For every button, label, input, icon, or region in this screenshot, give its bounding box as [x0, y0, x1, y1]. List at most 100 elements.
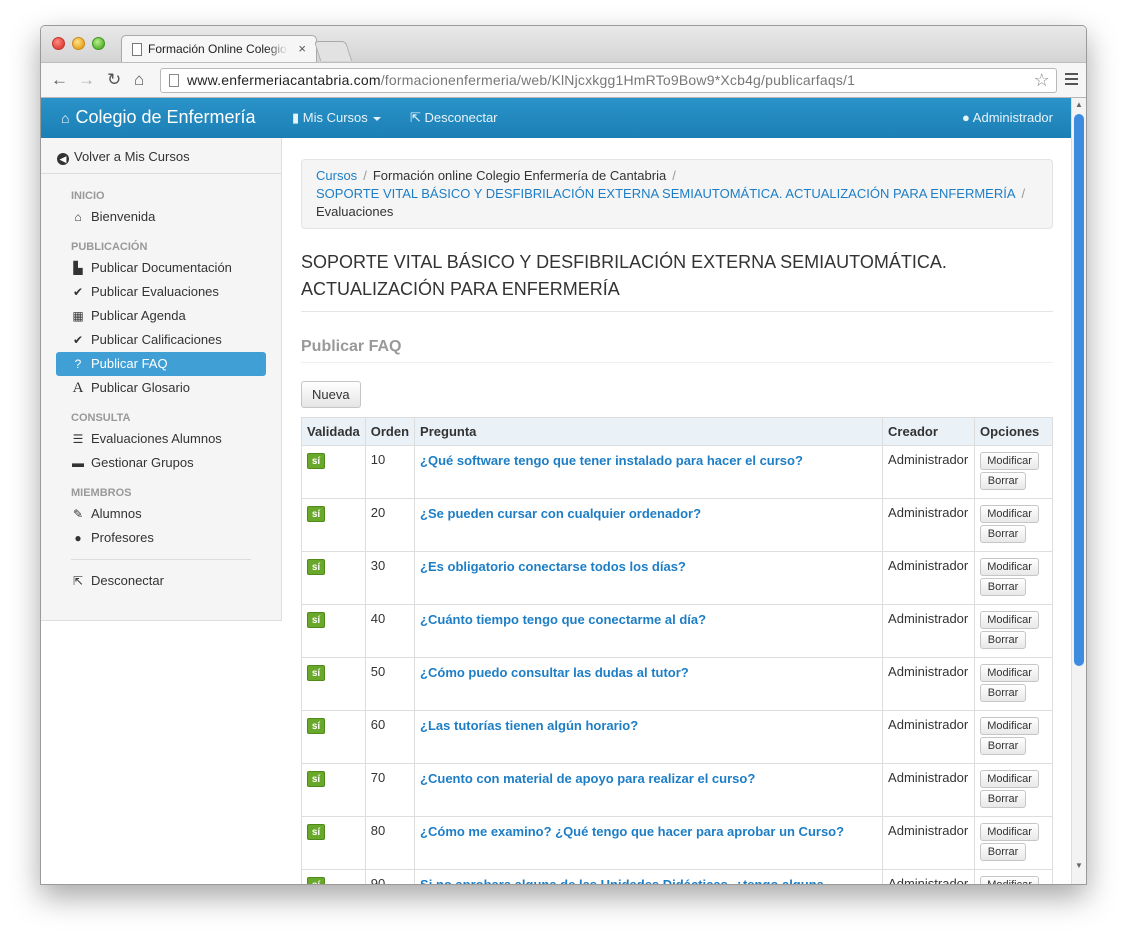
scroll-down-arrow-icon[interactable]: ▼	[1075, 861, 1083, 870]
modify-button[interactable]: Modificar	[980, 717, 1040, 735]
sidebar-item-publicar-agenda[interactable]: ▦ Publicar Agenda	[56, 304, 266, 328]
delete-button[interactable]: Borrar	[980, 737, 1027, 755]
delete-button[interactable]: Borrar	[980, 525, 1027, 543]
tab-close-icon[interactable]: ×	[298, 41, 306, 56]
sidebar-item-publicar-documentacion[interactable]: ▙ Publicar Documentación	[56, 256, 266, 280]
home-icon: ⌂	[61, 110, 70, 126]
column-header-orden[interactable]: Orden	[364, 417, 416, 446]
scroll-up-arrow-icon[interactable]: ▲	[1075, 100, 1083, 109]
sidebar-item-label: Evaluaciones Alumnos	[91, 431, 222, 446]
validated-badge: sí	[307, 453, 325, 469]
question-link[interactable]: Si no aprobara alguna de las Unidades Di…	[420, 877, 824, 884]
sidebar-item-evaluaciones-alumnos[interactable]: ☰ Evaluaciones Alumnos	[56, 427, 266, 451]
reload-icon[interactable]: ↻	[107, 68, 121, 92]
modify-button[interactable]: Modificar	[980, 770, 1040, 788]
cell-creador: Administrador	[882, 869, 976, 884]
user-icon: ●	[74, 531, 82, 545]
delete-button[interactable]: Borrar	[980, 472, 1027, 490]
sidebar-item-alumnos[interactable]: ✎ Alumnos	[56, 502, 266, 526]
question-link[interactable]: ¿Las tutorías tienen algún horario?	[420, 718, 638, 733]
validated-badge: sí	[307, 877, 325, 884]
url-path: /formacionenfermeria/web/KlNjcxkgg1HmRTo…	[380, 72, 856, 88]
breadcrumb-course[interactable]: SOPORTE VITAL BÁSICO Y DESFIBRILACIÓN EX…	[316, 186, 1016, 201]
modify-button[interactable]: Modificar	[980, 452, 1040, 470]
cell-orden: 60	[364, 710, 416, 764]
cell-pregunta: ¿Cuánto tiempo tengo que conectarme al d…	[414, 604, 884, 658]
check-icon: ✔	[72, 333, 84, 347]
delete-button[interactable]: Borrar	[980, 684, 1027, 702]
menu-icon[interactable]	[1065, 73, 1078, 88]
breadcrumb-separator: /	[363, 168, 367, 183]
desconectar-link[interactable]: ⇱ Desconectar	[410, 110, 498, 126]
modify-button[interactable]: Modificar	[980, 876, 1040, 884]
back-arrow-icon[interactable]: ←	[51, 68, 68, 92]
sidebar-header-publicacion: PUBLICACIÓN	[71, 241, 148, 253]
question-link[interactable]: ¿Cuánto tiempo tengo que conectarme al d…	[420, 612, 706, 627]
modify-button[interactable]: Modificar	[980, 505, 1040, 523]
cell-creador: Administrador	[882, 498, 976, 552]
delete-button[interactable]: Borrar	[980, 578, 1027, 596]
column-header-creador[interactable]: Creador	[882, 417, 976, 446]
cell-orden: 40	[364, 604, 416, 658]
modify-button[interactable]: Modificar	[980, 664, 1040, 682]
sidebar-item-publicar-evaluaciones[interactable]: ✔ Publicar Evaluaciones	[56, 280, 266, 304]
delete-button[interactable]: Borrar	[980, 790, 1027, 808]
home-icon[interactable]: ⌂	[134, 68, 144, 92]
question-link[interactable]: ¿Cómo me examino? ¿Qué tengo que hacer p…	[420, 824, 844, 839]
page: ⌂ Colegio de Enfermería ▮ Mis Cursos ⇱ De…	[41, 98, 1073, 884]
user-label: Administrador	[972, 110, 1053, 125]
cell-creador: Administrador	[882, 657, 976, 711]
vertical-scrollbar[interactable]: ▲ ▼	[1071, 98, 1086, 884]
list-icon: ☰	[72, 432, 84, 446]
new-tab-button[interactable]	[313, 41, 353, 61]
delete-button[interactable]: Borrar	[980, 843, 1027, 861]
question-link[interactable]: ¿Cuento con material de apoyo para reali…	[420, 771, 755, 786]
scroll-thumb[interactable]	[1074, 114, 1084, 666]
cell-orden: 30	[364, 551, 416, 605]
sidebar-item-publicar-calificaciones[interactable]: ✔ Publicar Calificaciones	[56, 328, 266, 352]
top-navbar: ⌂ Colegio de Enfermería ▮ Mis Cursos ⇱ De…	[41, 98, 1073, 138]
question-link[interactable]: ¿Es obligatorio conectarse todos los día…	[420, 559, 686, 574]
bookmark-star-icon[interactable]: ☆	[1034, 70, 1050, 91]
user-icon: ●	[962, 110, 970, 125]
address-bar[interactable]: www.enfermeriacantabria.com/formacionenf…	[160, 68, 1057, 93]
cell-opciones: Modificar Borrar	[974, 551, 1053, 605]
cell-validada: sí	[301, 869, 366, 884]
user-menu[interactable]: ● Administrador	[962, 110, 1053, 125]
column-header-opciones: Opciones	[974, 417, 1053, 446]
sidebar-item-desconectar[interactable]: ⇱ Desconectar	[56, 569, 266, 593]
validated-badge: sí	[307, 506, 325, 522]
breadcrumb-cursos[interactable]: Cursos	[316, 168, 357, 183]
brand-link[interactable]: ⌂ Colegio de Enfermería	[61, 107, 256, 128]
zoom-window-button[interactable]	[92, 37, 105, 50]
page-icon	[169, 74, 179, 87]
delete-button[interactable]: Borrar	[980, 631, 1027, 649]
column-header-pregunta[interactable]: Pregunta	[414, 417, 884, 446]
file-icon: ▙	[73, 261, 83, 275]
cell-creador: Administrador	[882, 551, 976, 605]
modify-button[interactable]: Modificar	[980, 558, 1040, 576]
sidebar-item-bienvenida[interactable]: ⌂ Bienvenida	[56, 205, 266, 229]
cell-validada: sí	[301, 657, 366, 711]
forward-arrow-icon[interactable]: →	[78, 68, 95, 92]
mis-cursos-dropdown[interactable]: ▮ Mis Cursos	[292, 110, 381, 126]
cell-validada: sí	[301, 498, 366, 552]
sidebar-item-publicar-glosario[interactable]: A Publicar Glosario	[56, 376, 266, 400]
modify-button[interactable]: Modificar	[980, 611, 1040, 629]
new-faq-button[interactable]: Nueva	[301, 381, 361, 408]
back-to-courses-link[interactable]: ◀ Volver a Mis Cursos	[41, 138, 281, 174]
cell-opciones: Modificar Borrar	[974, 445, 1053, 499]
sidebar-item-publicar-faq[interactable]: ? Publicar FAQ	[56, 352, 266, 376]
breadcrumb-evaluaciones: Evaluaciones	[316, 204, 394, 219]
sidebar-item-gestionar-grupos[interactable]: ▬ Gestionar Grupos	[56, 451, 266, 475]
question-link[interactable]: ¿Qué software tengo que tener instalado …	[420, 453, 803, 468]
modify-button[interactable]: Modificar	[980, 823, 1040, 841]
sidebar-item-profesores[interactable]: ● Profesores	[56, 526, 266, 550]
question-link[interactable]: ¿Se pueden cursar con cualquier ordenado…	[420, 506, 701, 521]
browser-tab[interactable]: Formación Online Colegio ×	[121, 35, 317, 63]
table-row: sí 40 ¿Cuánto tiempo tengo que conectarme …	[301, 604, 1053, 658]
minimize-window-button[interactable]	[72, 37, 85, 50]
question-link[interactable]: ¿Cómo puedo consultar las dudas al tutor…	[420, 665, 689, 680]
close-window-button[interactable]	[52, 37, 65, 50]
column-header-validada[interactable]: Validada	[301, 417, 366, 446]
